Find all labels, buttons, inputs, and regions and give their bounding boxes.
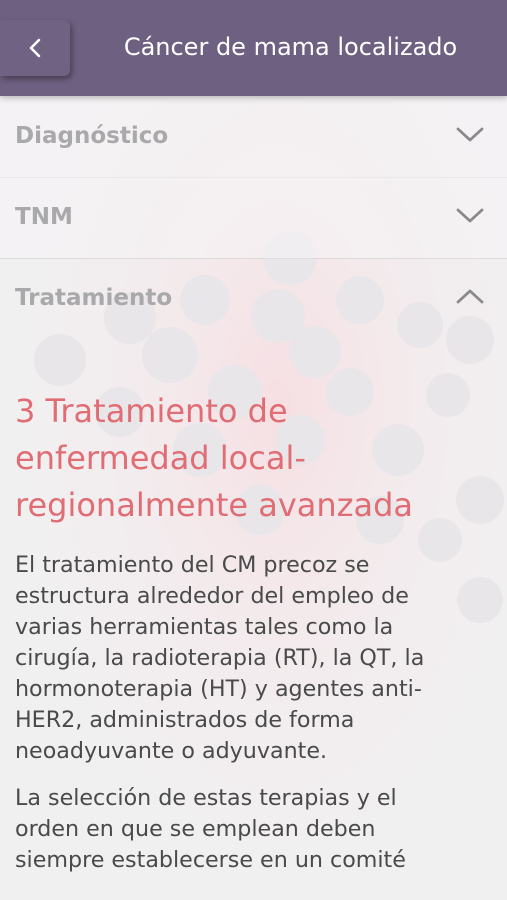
chevron-up-icon [456, 289, 484, 304]
section-tnm[interactable]: TNM [0, 177, 507, 259]
section-diagnostico[interactable]: Diagnóstico [0, 96, 507, 178]
paragraph-2: La selección de estas terapias y el orde… [15, 783, 495, 876]
paragraph-line: hormonoterapia (HT) y agentes anti- [15, 676, 422, 702]
chevron-left-icon [29, 38, 41, 58]
page-title: Cáncer de mama localizado [123, 33, 458, 61]
paragraph-1: El tratamiento del CM precoz se estructu… [15, 550, 495, 767]
chevron-down-icon [456, 208, 484, 223]
chevron-down-icon [456, 127, 484, 142]
paragraph-line: HER2, administrados de forma [15, 707, 355, 733]
paragraph-line: cirugía, la radioterapia (RT), la QT, la [15, 645, 425, 671]
heading-line: enfermedad local- [15, 439, 306, 477]
section-label: TNM [15, 204, 73, 230]
heading-line: 3 Tratamiento de [15, 392, 288, 430]
paragraph-line: estructura alrededor del empleo de [15, 583, 409, 609]
paragraph-line: neoadyuvante o adyuvante. [15, 738, 328, 764]
content-heading: 3 Tratamiento de enfermedad local- regio… [15, 388, 495, 529]
paragraph-line: La selección de estas terapias y el [15, 785, 397, 811]
section-tratamiento[interactable]: Tratamiento [0, 258, 507, 339]
paragraph-line: orden en que se emplean deben [15, 816, 376, 842]
section-label: Diagnóstico [15, 123, 169, 149]
back-button[interactable] [0, 20, 70, 76]
section-content: 3 Tratamiento de enfermedad local- regio… [15, 388, 495, 876]
heading-line: regionalmente avanzada [15, 486, 414, 524]
paragraph-line: varias herramientas tales como la [15, 614, 394, 640]
paragraph-line: siempre establecerse en un comité [15, 847, 406, 873]
section-label: Tratamiento [15, 285, 173, 311]
app-header: Cáncer de mama localizado [0, 0, 507, 96]
paragraph-line: El tratamiento del CM precoz se [15, 552, 370, 578]
